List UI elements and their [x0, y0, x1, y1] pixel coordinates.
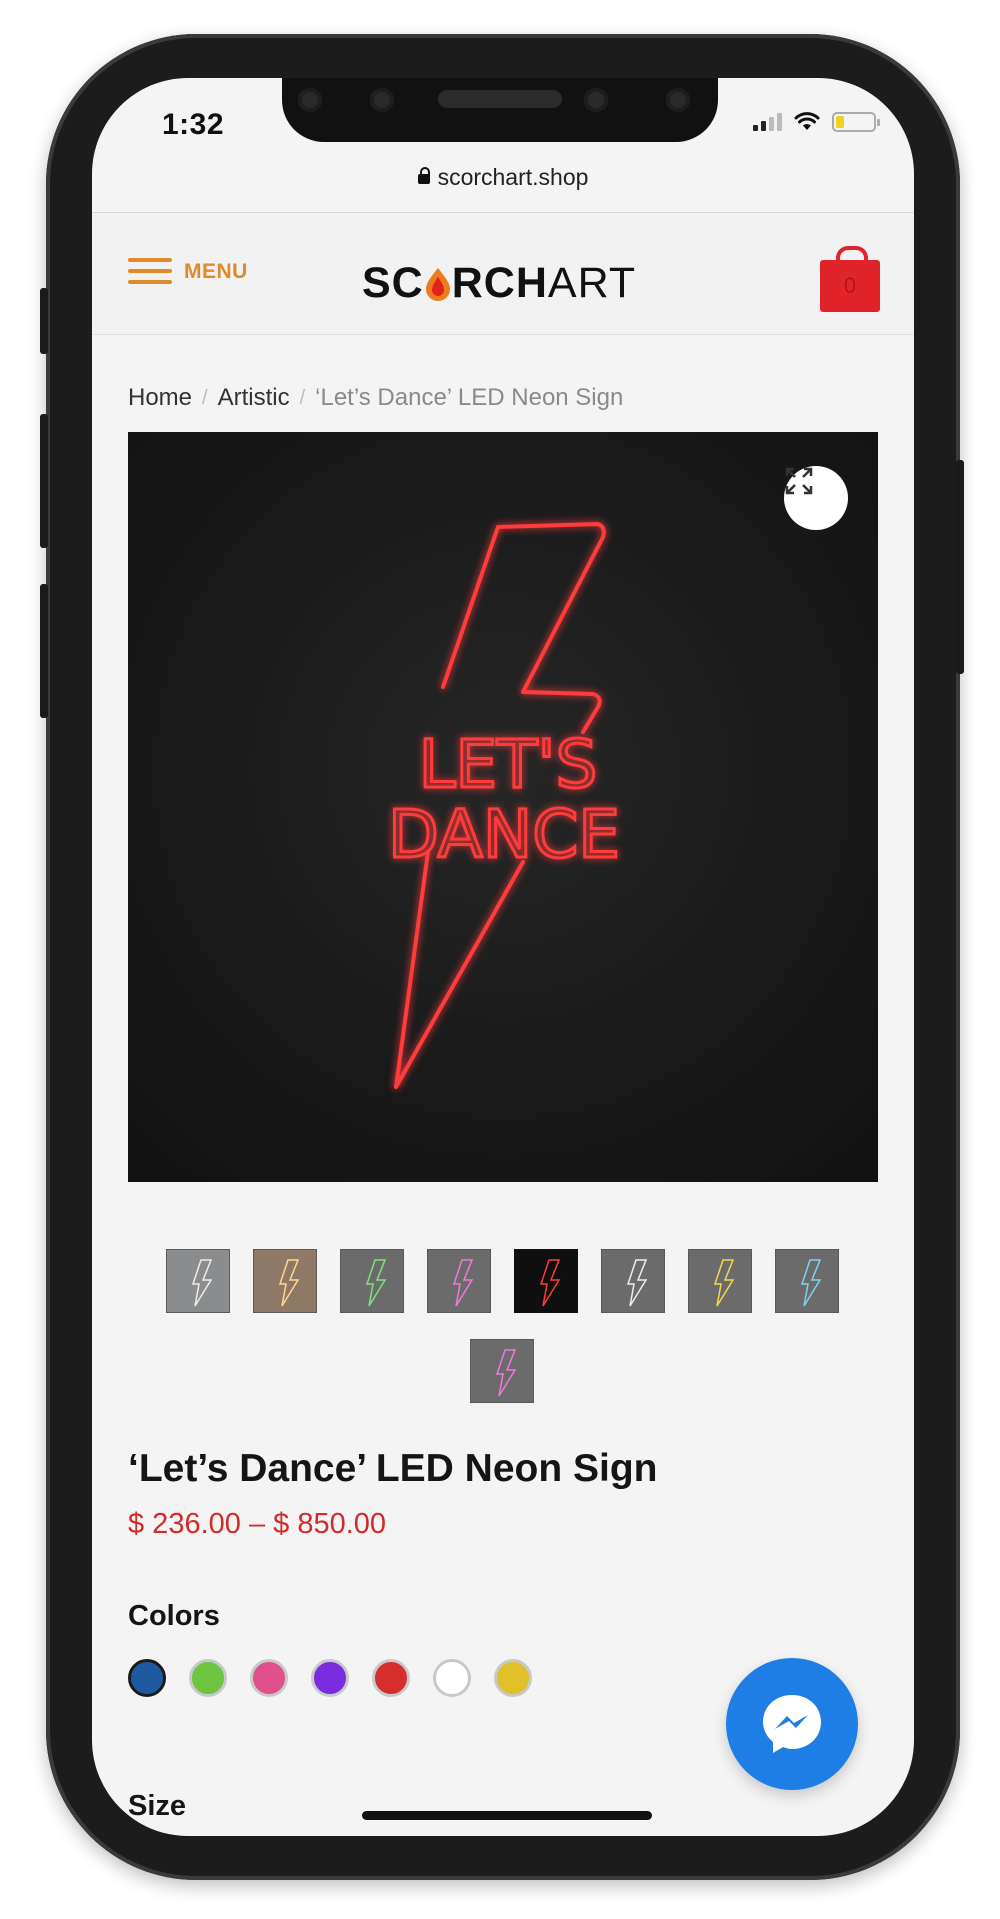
thumbnail-pink[interactable] [427, 1249, 491, 1313]
menu-label: MENU [184, 259, 248, 283]
thumbnail-warm[interactable] [253, 1249, 317, 1313]
status-time: 1:32 [162, 108, 225, 141]
battery-icon [832, 112, 880, 132]
cart-count: 0 [843, 273, 857, 298]
breadcrumb-current: ‘Let’s Dance’ LED Neon Sign [315, 384, 624, 411]
color-swatch-blue[interactable] [128, 1659, 166, 1697]
site-header: MENU SC RCH ART 0 [92, 213, 914, 335]
product-title: ‘Let’s Dance’ LED Neon Sign [128, 1447, 658, 1490]
thumbnail-yellow[interactable] [688, 1249, 752, 1313]
lock-icon [417, 167, 430, 184]
expand-icon [785, 467, 813, 495]
size-label: Size [128, 1790, 187, 1822]
color-swatch-pink[interactable] [250, 1659, 288, 1697]
product-main-image[interactable]: LET'S DANCE [128, 432, 878, 1182]
neon-text-line1: LET'S [419, 726, 598, 803]
breadcrumb-category[interactable]: Artistic [218, 384, 290, 412]
color-swatch-green[interactable] [189, 1659, 227, 1697]
thumbnail-red[interactable] [514, 1249, 578, 1313]
menu-button[interactable]: MENU [128, 258, 248, 285]
neon-text-line2: DANCE [388, 796, 620, 873]
wifi-icon [794, 112, 820, 130]
thumbnail-white[interactable] [166, 1249, 230, 1313]
power-button [956, 460, 964, 674]
cart-button[interactable]: 0 [820, 246, 880, 312]
volume-up-button [40, 414, 48, 548]
messenger-icon [763, 1695, 821, 1753]
color-swatch-white[interactable] [433, 1659, 471, 1697]
thumbnail-blue[interactable] [775, 1249, 839, 1313]
url-text: scorchart.shop [437, 164, 589, 190]
breadcrumb-home[interactable]: Home [128, 384, 192, 412]
phone-screen: 1:32 scorchart.shop MENU SC RCH ART 0 Ho… [92, 78, 914, 1836]
neon-sign-illustration: LET'S DANCE [128, 432, 878, 1182]
colors-label: Colors [128, 1600, 220, 1632]
thumbnail-green[interactable] [340, 1249, 404, 1313]
thumbnail-white-2[interactable] [601, 1249, 665, 1313]
volume-down-button [40, 584, 48, 718]
color-swatch-red[interactable] [372, 1659, 410, 1697]
messenger-chat-button[interactable] [726, 1658, 858, 1790]
url-bar[interactable]: scorchart.shop [92, 164, 914, 191]
notch [282, 78, 718, 142]
signal-icon [753, 113, 782, 131]
earpiece-speaker [438, 90, 562, 108]
silent-switch [40, 288, 48, 354]
fullscreen-button[interactable] [784, 466, 848, 530]
hamburger-icon [128, 258, 172, 285]
status-icons [753, 112, 880, 132]
home-indicator [362, 1811, 652, 1820]
color-swatch-yellow[interactable] [494, 1659, 532, 1697]
flame-icon [425, 267, 450, 301]
color-swatches [128, 1659, 532, 1697]
thumbnail-pink-2[interactable] [470, 1339, 534, 1403]
site-logo[interactable]: SC RCH ART [362, 259, 636, 308]
breadcrumb: Home / Artistic / ‘Let’s Dance’ LED Neon… [128, 384, 624, 412]
product-price: $ 236.00 – $ 850.00 [128, 1508, 387, 1540]
color-swatch-purple[interactable] [311, 1659, 349, 1697]
